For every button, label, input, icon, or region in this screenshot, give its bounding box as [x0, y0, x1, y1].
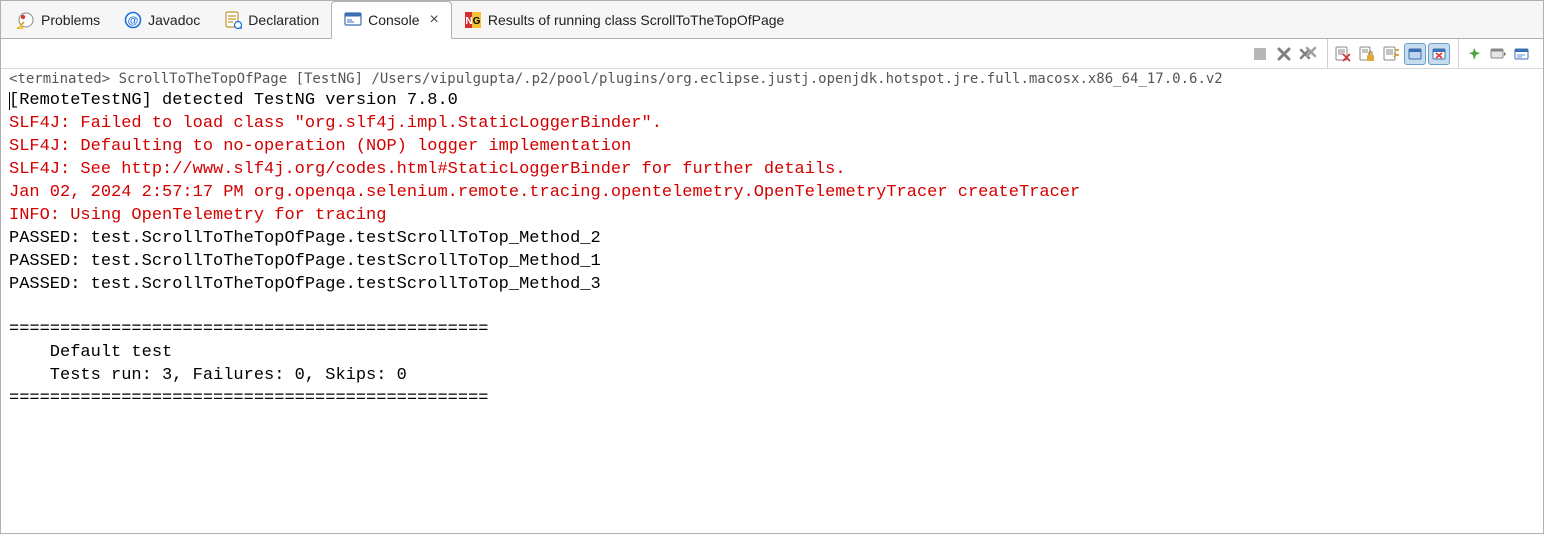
- display-selected-console-button[interactable]: [1487, 43, 1509, 65]
- console-line: ========================================…: [9, 319, 1535, 342]
- svg-text:N: N: [465, 16, 472, 27]
- close-icon[interactable]: ×: [430, 11, 439, 29]
- console-line: SLF4J: Defaulting to no-operation (NOP) …: [9, 136, 1535, 159]
- remove-launch-button[interactable]: [1273, 43, 1295, 65]
- console-line: PASSED: test.ScrollToTheTopOfPage.testSc…: [9, 228, 1535, 251]
- tab-console[interactable]: Console ×: [331, 1, 452, 39]
- console-line: PASSED: test.ScrollToTheTopOfPage.testSc…: [9, 274, 1535, 297]
- console-icon: [344, 11, 362, 29]
- console-line: [RemoteTestNG] detected TestNG version 7…: [9, 90, 1535, 113]
- tab-label: Declaration: [248, 12, 319, 28]
- tab-problems[interactable]: Problems: [5, 1, 112, 38]
- tab-label: Console: [368, 12, 419, 28]
- text-cursor: [9, 92, 10, 110]
- testng-results-icon: NG: [464, 11, 482, 29]
- console-line: PASSED: test.ScrollToTheTopOfPage.testSc…: [9, 251, 1535, 274]
- word-wrap-button[interactable]: [1380, 43, 1402, 65]
- terminate-button[interactable]: [1249, 43, 1271, 65]
- svg-text:G: G: [472, 16, 480, 27]
- show-on-stderr-button[interactable]: [1428, 43, 1450, 65]
- console-line: SLF4J: Failed to load class "org.slf4j.i…: [9, 113, 1535, 136]
- tab-label: Problems: [41, 12, 100, 28]
- clear-console-button[interactable]: [1332, 43, 1354, 65]
- console-line: ========================================…: [9, 388, 1535, 411]
- console-line: SLF4J: See http://www.slf4j.org/codes.ht…: [9, 159, 1535, 182]
- pin-console-button[interactable]: [1463, 43, 1485, 65]
- console-line: Jan 02, 2024 2:57:17 PM org.openqa.selen…: [9, 182, 1535, 205]
- tab-javadoc[interactable]: @ Javadoc: [112, 1, 212, 38]
- declaration-icon: [224, 11, 242, 29]
- show-on-stdout-button[interactable]: [1404, 43, 1426, 65]
- console-line: Default test: [9, 342, 1535, 365]
- problems-icon: [17, 11, 35, 29]
- tab-label: Javadoc: [148, 12, 200, 28]
- console-line: INFO: Using OpenTelemetry for tracing: [9, 205, 1535, 228]
- open-console-button[interactable]: [1511, 43, 1533, 65]
- tab-results[interactable]: NG Results of running class ScrollToTheT…: [452, 1, 796, 38]
- view-tabs: Problems @ Javadoc Declaration Console ×…: [1, 1, 1543, 39]
- console-line: Tests run: 3, Failures: 0, Skips: 0: [9, 365, 1535, 388]
- remove-all-launches-button[interactable]: [1297, 43, 1319, 65]
- tab-label: Results of running class ScrollToTheTopO…: [488, 12, 784, 28]
- tab-declaration[interactable]: Declaration: [212, 1, 331, 38]
- svg-text:@: @: [128, 15, 139, 27]
- console-output[interactable]: [RemoteTestNG] detected TestNG version 7…: [1, 88, 1543, 419]
- console-toolbar: [1, 39, 1543, 69]
- console-line: [9, 296, 1535, 319]
- launch-status: <terminated> ScrollToTheTopOfPage [TestN…: [1, 69, 1543, 88]
- scroll-lock-button[interactable]: [1356, 43, 1378, 65]
- javadoc-icon: @: [124, 11, 142, 29]
